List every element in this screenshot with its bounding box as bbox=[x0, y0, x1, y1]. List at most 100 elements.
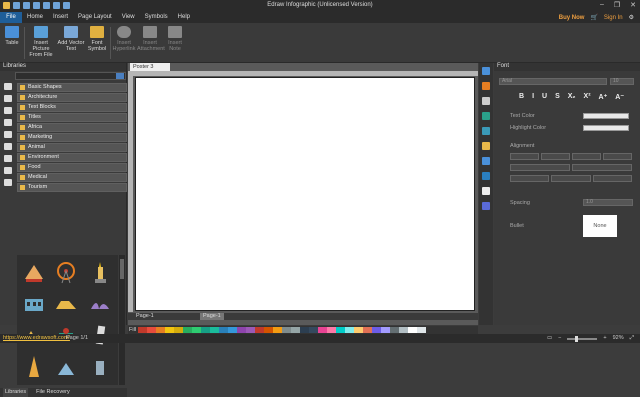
indent-decrease-button[interactable] bbox=[510, 175, 550, 182]
page-icon[interactable] bbox=[482, 127, 490, 135]
color-swatch[interactable] bbox=[264, 327, 273, 333]
font-size-select[interactable]: 10 bbox=[610, 78, 634, 85]
highlight-color-picker[interactable] bbox=[583, 125, 629, 131]
color-swatch[interactable] bbox=[318, 327, 327, 333]
color-swatch[interactable] bbox=[345, 327, 354, 333]
indent-increase-button[interactable] bbox=[551, 175, 591, 182]
website-link[interactable]: https://www.edrawsoft.com/ bbox=[3, 334, 70, 343]
menu-home[interactable]: Home bbox=[27, 14, 43, 20]
color-swatch[interactable] bbox=[327, 327, 336, 333]
settings-icon[interactable]: ⚙ bbox=[629, 14, 634, 21]
sign-in-link[interactable]: Sign In bbox=[604, 15, 623, 21]
zoom-thumb[interactable] bbox=[575, 335, 579, 342]
hierarchy-category-icon[interactable] bbox=[4, 155, 12, 162]
strikethrough-button[interactable]: S bbox=[555, 93, 560, 101]
library-search-input[interactable] bbox=[15, 72, 126, 80]
color-swatch[interactable] bbox=[138, 327, 147, 333]
image-icon[interactable] bbox=[482, 112, 490, 120]
drawing-page[interactable] bbox=[135, 77, 475, 311]
color-swatch[interactable] bbox=[399, 327, 408, 333]
layers-icon[interactable] bbox=[482, 142, 490, 150]
library-item-architecture[interactable]: Architecture bbox=[17, 93, 127, 102]
insert-hyperlink-button[interactable]: Insert Hyperlink bbox=[112, 26, 136, 52]
color-swatch[interactable] bbox=[372, 327, 381, 333]
zoom-slider[interactable] bbox=[567, 335, 598, 342]
color-swatch[interactable] bbox=[255, 327, 264, 333]
tab-file-recovery[interactable]: File Recovery bbox=[34, 388, 72, 397]
statue-of-liberty-shape-icon[interactable] bbox=[89, 261, 111, 285]
map-category-icon[interactable] bbox=[4, 131, 12, 138]
library-item-basic-shapes[interactable]: Basic Shapes bbox=[17, 83, 127, 92]
justify-button[interactable] bbox=[603, 153, 632, 160]
maximize-button[interactable]: ❐ bbox=[614, 1, 620, 9]
color-swatch[interactable] bbox=[417, 327, 426, 333]
color-swatch[interactable] bbox=[147, 327, 156, 333]
insert-picture-button[interactable]: Insert Picture From File bbox=[26, 26, 56, 58]
color-swatch[interactable] bbox=[381, 327, 390, 333]
library-item-animal[interactable]: Animal bbox=[17, 143, 127, 152]
align-center-button[interactable] bbox=[541, 153, 570, 160]
library-item-marketing[interactable]: Marketing bbox=[17, 133, 127, 142]
fit-window-icon[interactable]: ⤢ bbox=[630, 334, 634, 343]
search-icon[interactable] bbox=[116, 73, 124, 79]
library-item-medical[interactable]: Medical bbox=[17, 173, 127, 182]
person-category-icon[interactable] bbox=[4, 167, 12, 174]
library-item-food[interactable]: Food bbox=[17, 163, 127, 172]
font-symbol-button[interactable]: Font Symbol bbox=[86, 26, 108, 52]
bullet-select[interactable]: None bbox=[583, 215, 617, 237]
menu-insert[interactable]: Insert bbox=[53, 14, 68, 20]
color-swatch[interactable] bbox=[363, 327, 372, 333]
library-item-africa[interactable]: Africa bbox=[17, 123, 127, 132]
color-swatch[interactable] bbox=[237, 327, 246, 333]
shapes-scrollbar[interactable] bbox=[119, 255, 125, 385]
history-icon[interactable] bbox=[482, 172, 490, 180]
document-tab[interactable]: Poster 3 bbox=[130, 63, 170, 71]
minimize-button[interactable]: – bbox=[600, 1, 604, 9]
chat-icon[interactable] bbox=[482, 202, 490, 210]
color-swatch[interactable] bbox=[309, 327, 318, 333]
document-icon[interactable] bbox=[482, 187, 490, 195]
people-category-icon[interactable] bbox=[4, 107, 12, 114]
color-swatch[interactable] bbox=[201, 327, 210, 333]
align-top-button[interactable] bbox=[510, 164, 570, 171]
brush-icon[interactable] bbox=[482, 82, 490, 90]
insert-attachment-button[interactable]: Insert Attachment bbox=[137, 26, 165, 52]
eiffel-tower-shape-icon[interactable] bbox=[23, 355, 45, 379]
color-swatch[interactable] bbox=[390, 327, 399, 333]
color-swatch[interactable] bbox=[156, 327, 165, 333]
ferris-wheel-shape-icon[interactable] bbox=[55, 261, 77, 285]
align-right-button[interactable] bbox=[572, 153, 601, 160]
color-swatch[interactable] bbox=[282, 327, 291, 333]
align-left-button[interactable] bbox=[510, 153, 539, 160]
italic-button[interactable]: I bbox=[532, 93, 534, 101]
insert-note-button[interactable]: Insert Note bbox=[164, 26, 186, 52]
menu-view[interactable]: View bbox=[122, 14, 135, 20]
page-tab[interactable]: Page-1 bbox=[200, 313, 224, 320]
color-swatch[interactable] bbox=[210, 327, 219, 333]
underline-button[interactable]: U bbox=[542, 93, 547, 101]
subscript-button[interactable]: X₂ bbox=[568, 93, 576, 101]
superscript-button[interactable]: X² bbox=[584, 93, 591, 101]
fit-page-icon[interactable]: ▭ bbox=[547, 334, 552, 343]
color-swatch[interactable] bbox=[192, 327, 201, 333]
grow-font-button[interactable]: A⁺ bbox=[599, 93, 608, 101]
color-swatch[interactable] bbox=[174, 327, 183, 333]
sphinx-shape-icon[interactable] bbox=[55, 291, 77, 315]
color-swatch[interactable] bbox=[354, 327, 363, 333]
spacing-select[interactable]: 1.0 bbox=[583, 199, 633, 206]
close-button[interactable]: ✕ bbox=[630, 1, 636, 9]
table-button[interactable]: Table bbox=[3, 26, 21, 46]
louvre-shape-icon[interactable] bbox=[55, 355, 77, 379]
library-item-environment[interactable]: Environment bbox=[17, 153, 127, 162]
text-color-picker[interactable] bbox=[583, 113, 629, 119]
colosseum-shape-icon[interactable] bbox=[23, 291, 45, 315]
font-panel-icon[interactable] bbox=[482, 67, 490, 75]
cart-icon[interactable]: 🛒 bbox=[590, 14, 597, 21]
tab-libraries[interactable]: Libraries bbox=[3, 388, 29, 397]
temple-shape-icon[interactable] bbox=[23, 261, 45, 285]
library-item-tourism[interactable]: Tourism bbox=[17, 183, 127, 192]
shrink-font-button[interactable]: A⁻ bbox=[615, 93, 624, 101]
color-swatch[interactable] bbox=[300, 327, 309, 333]
color-swatch[interactable] bbox=[273, 327, 282, 333]
align-middle-button[interactable] bbox=[572, 164, 632, 171]
